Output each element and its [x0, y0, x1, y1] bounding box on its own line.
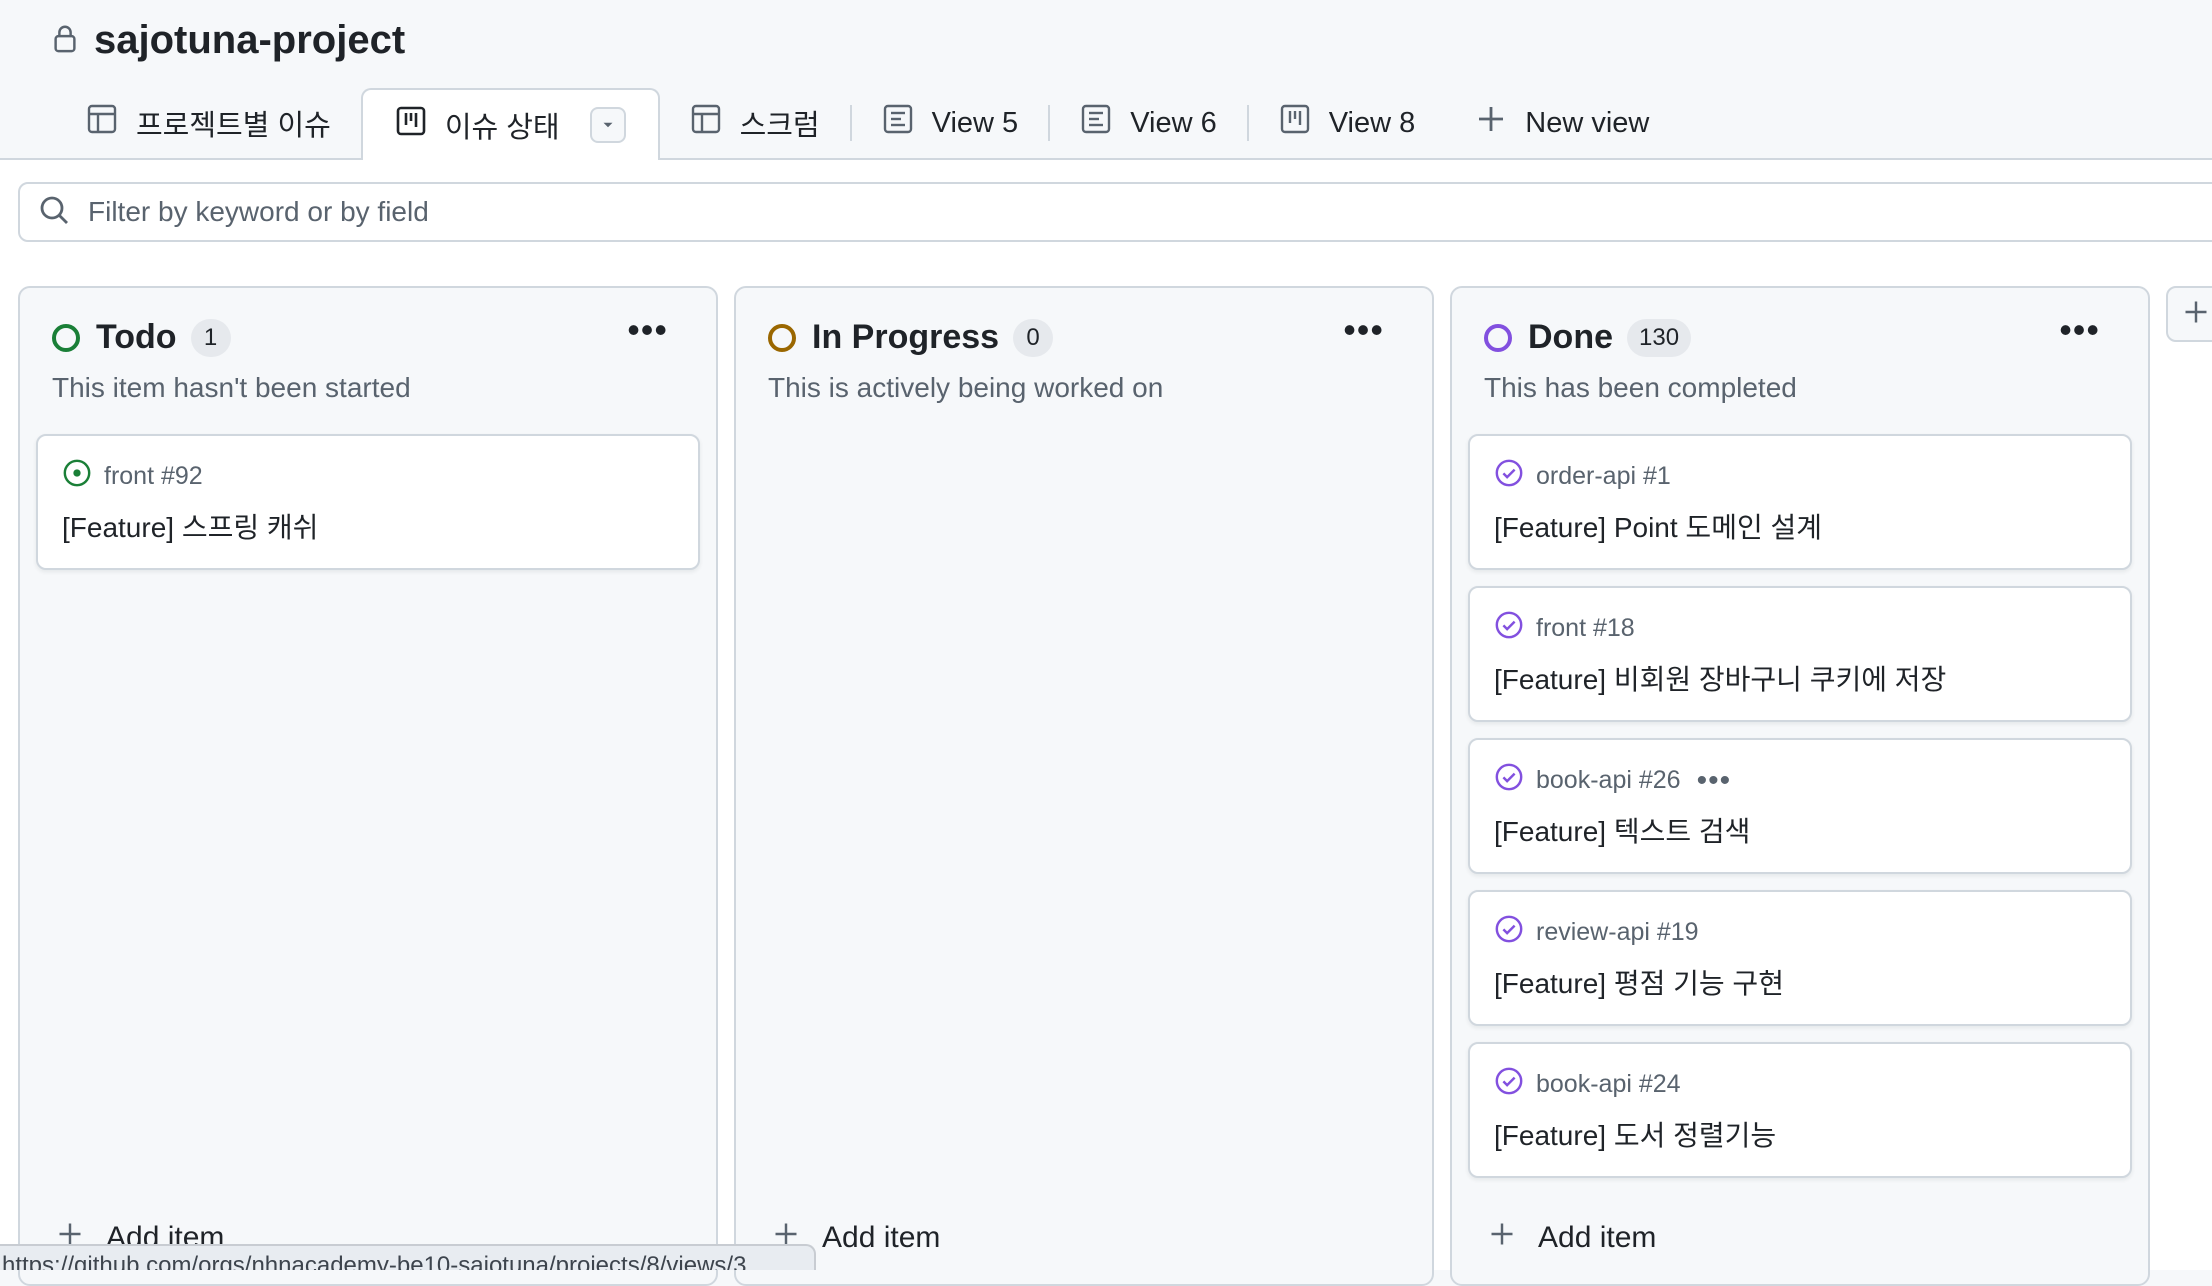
item-count-badge: 130 — [1627, 318, 1692, 357]
issue-closed-icon — [1494, 458, 1536, 495]
card-title[interactable]: [Feature] 스프링 캐쉬 — [62, 506, 318, 546]
kebab-horizontal-icon: ••• — [627, 309, 668, 350]
card-meta: review-api #19 — [1494, 914, 1699, 951]
issue-card[interactable]: front #18 [Feature] 비회원 장바구니 쿠키에 저장 — [1468, 586, 2132, 722]
card-repo-number[interactable]: front #92 — [104, 462, 203, 491]
tab-label: View 8 — [1328, 106, 1416, 139]
filter-bar[interactable] — [18, 182, 2212, 242]
plus-icon — [2182, 298, 2210, 331]
column-menu-button[interactable]: ••• — [2059, 312, 2100, 348]
card-meta: front #92 — [62, 458, 203, 495]
view-tabs: 프로젝트별 이슈 이슈 상태 스크럼 View 5 View 6 View 8 — [56, 88, 1679, 160]
plus-icon — [1488, 1220, 1538, 1256]
tab-view-5[interactable]: View 5 — [852, 88, 1049, 158]
card-title[interactable]: [Feature] 평점 기능 구현 — [1494, 962, 1784, 1002]
plus-icon — [1475, 103, 1525, 143]
issue-closed-icon — [1494, 762, 1536, 799]
board-column-todo: Todo 1 ••• This item hasn't been started… — [18, 286, 718, 1286]
status-circle-icon — [1484, 323, 1512, 352]
tab-issue-status[interactable]: 이슈 상태 — [360, 88, 660, 160]
triangle-down-icon — [599, 109, 617, 142]
tab-label: 프로젝트별 이슈 — [136, 110, 331, 142]
card-title[interactable]: [Feature] Point 도메인 설계 — [1494, 506, 1822, 546]
tab-label: 이슈 상태 — [444, 112, 560, 144]
column-description: This is actively being worked on — [768, 372, 1164, 403]
column-header: In Progress 0 — [768, 318, 1054, 357]
add-item-button[interactable]: Add item — [1488, 1220, 1656, 1256]
lock-icon — [50, 22, 80, 59]
kebab-horizontal-icon: ••• — [2059, 309, 2100, 350]
card-title[interactable]: [Feature] 비회원 장바구니 쿠키에 저장 — [1494, 658, 1946, 698]
tab-scrum[interactable]: 스크럼 — [660, 88, 850, 158]
card-title[interactable]: [Feature] 텍스트 검색 — [1494, 810, 1750, 850]
roadmap-icon — [1080, 103, 1130, 143]
issue-open-icon — [62, 458, 104, 495]
column-title: Done — [1528, 318, 1613, 356]
column-description: This has been completed — [1484, 372, 1797, 403]
issue-card[interactable]: book-api #26 ••• [Feature] 텍스트 검색 — [1468, 738, 2132, 874]
add-item-label: Add item — [1538, 1221, 1657, 1254]
project-title[interactable]: sajotuna-project — [94, 18, 405, 63]
board-icon — [395, 105, 445, 145]
new-view-label: New view — [1525, 106, 1650, 139]
issue-closed-icon — [1494, 1066, 1536, 1103]
item-count-badge: 0 — [1013, 318, 1054, 357]
tab-project-issues[interactable]: 프로젝트별 이슈 — [56, 88, 361, 158]
tab-label: View 5 — [931, 106, 1019, 139]
new-view-button[interactable]: New view — [1445, 88, 1679, 158]
item-count-badge: 1 — [190, 318, 231, 357]
card-meta: order-api #1 — [1494, 458, 1671, 495]
issue-closed-icon — [1494, 610, 1536, 647]
card-list: order-api #1 [Feature] Point 도메인 설계 fron… — [1468, 434, 2132, 1194]
tab-view-6[interactable]: View 6 — [1050, 88, 1247, 158]
card-repo-number[interactable]: review-api #19 — [1536, 918, 1699, 947]
card-meta: book-api #26 ••• — [1494, 762, 1731, 799]
search-icon — [20, 194, 70, 231]
board-content: Todo 1 ••• This item hasn't been started… — [0, 160, 2212, 1286]
card-repo-number[interactable]: book-api #26 — [1536, 766, 1681, 795]
column-description: This item hasn't been started — [52, 372, 411, 403]
filter-input[interactable] — [86, 195, 1890, 229]
status-circle-icon — [52, 323, 80, 352]
column-menu-button[interactable]: ••• — [1343, 312, 1384, 348]
board-column-done: Done 130 ••• This has been completed ord… — [1450, 286, 2150, 1286]
tab-view-8[interactable]: View 8 — [1249, 88, 1446, 158]
board-column-in-progress: In Progress 0 ••• This is actively being… — [734, 286, 1434, 1286]
column-header: Done 130 — [1484, 318, 1692, 357]
card-meta: front #18 — [1494, 610, 1635, 647]
card-repo-number[interactable]: order-api #1 — [1536, 462, 1671, 491]
column-header: Todo 1 — [52, 318, 231, 357]
column-title: In Progress — [812, 318, 1000, 356]
board-icon — [1279, 103, 1329, 143]
card-title[interactable]: [Feature] 도서 정렬기능 — [1494, 1114, 1776, 1154]
issue-card[interactable]: order-api #1 [Feature] Point 도메인 설계 — [1468, 434, 2132, 570]
project-header: sajotuna-project 프로젝트별 이슈 이슈 상태 스크럼 View… — [0, 0, 2212, 160]
kebab-horizontal-icon: ••• — [1696, 763, 1732, 797]
column-title: Todo — [96, 318, 177, 356]
tab-options-button[interactable] — [589, 107, 626, 143]
issue-closed-icon — [1494, 914, 1536, 951]
add-column-button[interactable] — [2166, 286, 2212, 342]
tab-label: 스크럼 — [739, 110, 820, 142]
column-menu-button[interactable]: ••• — [627, 312, 668, 348]
issue-card[interactable]: review-api #19 [Feature] 평점 기능 구현 — [1468, 890, 2132, 1026]
project-title-row: sajotuna-project — [50, 18, 405, 63]
kebab-horizontal-icon: ••• — [1343, 309, 1384, 350]
tab-label: View 6 — [1130, 106, 1217, 139]
card-list: front #92 [Feature] 스프링 캐쉬 — [36, 434, 700, 586]
card-menu-button[interactable]: ••• — [1697, 765, 1732, 795]
issue-card[interactable]: front #92 [Feature] 스프링 캐쉬 — [36, 434, 700, 570]
add-item-label: Add item — [822, 1221, 941, 1254]
card-repo-number[interactable]: book-api #24 — [1536, 1070, 1681, 1099]
table-icon — [86, 103, 136, 143]
link-preview-status-bar: https://github.com/orgs/nhnacademy-be10-… — [0, 1244, 816, 1270]
issue-card[interactable]: book-api #24 [Feature] 도서 정렬기능 — [1468, 1042, 2132, 1178]
card-repo-number[interactable]: front #18 — [1536, 614, 1635, 643]
table-icon — [690, 103, 740, 143]
card-meta: book-api #24 — [1494, 1066, 1681, 1103]
roadmap-icon — [882, 103, 932, 143]
status-circle-icon — [768, 323, 796, 352]
